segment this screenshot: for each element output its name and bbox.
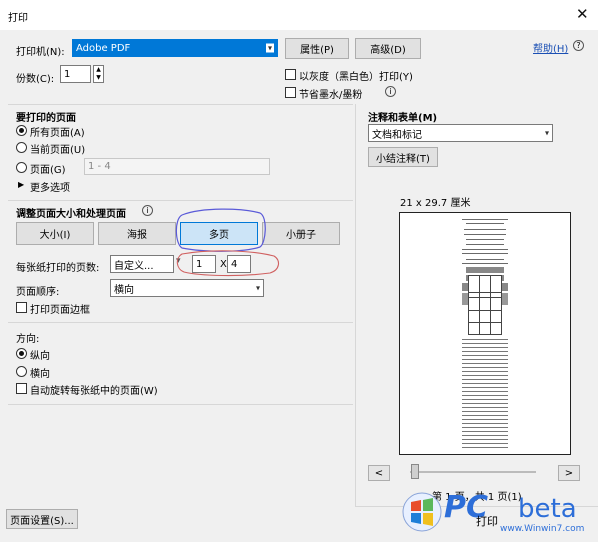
page-order-value: 横向 [114, 284, 134, 296]
pages-heading: 要打印的页面 [16, 113, 76, 124]
copies-label: 份数(C): [16, 74, 55, 85]
window-title: 打印 [8, 13, 28, 24]
tab-size[interactable]: 大小(I) [16, 222, 94, 245]
current-page-radio[interactable] [16, 142, 27, 153]
print-button[interactable]: 打印 [476, 513, 498, 529]
watermark-text: beta [518, 494, 577, 524]
landscape-radio[interactable] [16, 366, 27, 377]
text-line [462, 263, 508, 264]
table-thumbnail [468, 297, 502, 335]
grayscale-label: 以灰度（黑白色）打印(Y) [299, 72, 413, 83]
text-line [464, 229, 506, 230]
page-order-select[interactable]: 横向 ▾ [110, 279, 264, 297]
close-icon[interactable]: ✕ [576, 6, 589, 22]
next-page-button[interactable]: > [558, 465, 580, 481]
copies-input[interactable]: 1 [60, 65, 91, 83]
pages-range-label: 页面(G) [30, 165, 66, 176]
page-sizing-heading: 调整页面大小和处理页面 [16, 209, 126, 220]
text-line [462, 253, 508, 254]
text-block [466, 267, 504, 273]
divider [355, 104, 356, 506]
page-setup-button[interactable]: 页面设置(S)... [6, 509, 78, 529]
comments-heading: 注释和表单(M) [368, 113, 438, 124]
text-body [462, 339, 508, 449]
current-page-label: 当前页面(U) [30, 145, 86, 156]
text-line [466, 223, 504, 224]
chevron-down-icon: ▾ [255, 283, 260, 293]
printer-select-value: Adobe PDF [76, 42, 131, 54]
chevron-down-icon: ▾ [544, 128, 549, 138]
page-slider-track[interactable] [410, 471, 536, 473]
tab-poster[interactable]: 海报 [98, 222, 176, 245]
pages-per-sheet-label: 每张纸打印的页数: [16, 263, 100, 274]
help-link[interactable]: 帮助(H) [533, 40, 568, 55]
print-border-checkbox[interactable] [16, 302, 27, 313]
divider [8, 104, 353, 105]
divider [8, 200, 353, 201]
page-order-label: 页面顺序: [16, 287, 60, 298]
auto-rotate-checkbox[interactable] [16, 383, 27, 394]
divider [8, 404, 353, 405]
watermark-url: www.Winwin7.com [500, 524, 585, 534]
expand-arrow-icon[interactable]: ▶ [18, 180, 24, 189]
text-line [462, 249, 508, 250]
copies-value: 1 [64, 68, 71, 80]
page-slider-handle[interactable] [411, 464, 419, 479]
properties-button[interactable]: 属性(P) [285, 38, 349, 59]
watermark-logo: PC beta www.Winwin7.com [400, 488, 598, 542]
orientation-heading: 方向: [16, 334, 40, 345]
text-line [466, 244, 504, 245]
portrait-radio[interactable] [16, 348, 27, 359]
chevron-down-icon: ▾ [265, 43, 274, 53]
printer-select[interactable]: Adobe PDF ▾ [72, 39, 278, 57]
paper-size-label: 21 x 29.7 厘米 [400, 198, 471, 209]
printer-label: 打印机(N): [16, 47, 65, 58]
windows-flag-icon [402, 492, 442, 532]
auto-rotate-label: 自动旋转每张纸中的页面(W) [30, 386, 158, 397]
pages-per-sheet-value: 自定义... [114, 260, 154, 272]
info-icon[interactable]: i [385, 86, 396, 97]
comments-select[interactable]: 文档和标记 ▾ [368, 124, 553, 142]
comments-value: 文档和标记 [372, 129, 422, 141]
text-line [462, 219, 508, 220]
landscape-label: 横向 [30, 369, 50, 380]
annotation-red-circle [176, 250, 279, 277]
grayscale-checkbox[interactable] [285, 69, 296, 80]
help-icon[interactable]: ? [573, 40, 584, 51]
pages-per-sheet-select[interactable]: 自定义... [110, 255, 174, 273]
annotation-blue-circle [175, 208, 266, 252]
pages-range-radio[interactable] [16, 162, 27, 173]
save-ink-label: 节省墨水/墨粉 [299, 90, 363, 101]
text-line [466, 239, 504, 240]
advanced-button[interactable]: 高级(D) [355, 38, 421, 59]
more-options-link[interactable]: 更多选项 [30, 179, 70, 194]
tab-booklet[interactable]: 小册子 [262, 222, 340, 245]
divider [8, 322, 353, 323]
copies-stepper[interactable]: ▲ ▼ [93, 65, 104, 83]
pages-range-input[interactable]: 1 - 4 [84, 158, 270, 175]
text-line [464, 234, 506, 235]
summarize-comments-button[interactable]: 小结注释(T) [368, 147, 438, 167]
info-icon[interactable]: i [142, 205, 153, 216]
portrait-label: 纵向 [30, 351, 50, 362]
pages-range-value: 1 - 4 [88, 161, 111, 172]
page-preview [399, 212, 571, 455]
text-line [466, 259, 504, 260]
all-pages-label: 所有页面(A) [30, 128, 85, 139]
print-border-label: 打印页面边框 [30, 305, 90, 316]
save-ink-checkbox[interactable] [285, 87, 296, 98]
title-bar [0, 0, 598, 30]
prev-page-button[interactable]: < [368, 465, 390, 481]
all-pages-radio[interactable] [16, 125, 27, 136]
